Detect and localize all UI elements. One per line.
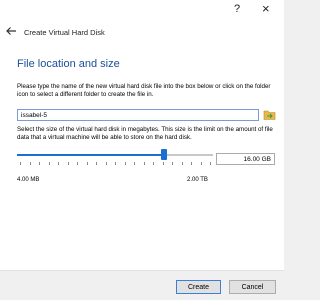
slider-tick <box>39 162 40 165</box>
file-location-description: Please type the name of the new virtual … <box>17 83 271 98</box>
slider-ticks <box>17 162 213 166</box>
size-description: Select the size of the virtual hard disk… <box>17 126 273 141</box>
dialog-header: Create Virtual Hard Disk <box>0 20 284 46</box>
wizard-page: File location and size Please type the n… <box>0 46 284 270</box>
slider-tick <box>49 162 50 165</box>
page-heading: File location and size <box>17 58 120 70</box>
create-button[interactable]: Create <box>176 280 221 294</box>
slider-tick <box>172 162 173 165</box>
size-slider[interactable] <box>17 146 213 170</box>
cancel-button[interactable]: Cancel <box>229 280 276 294</box>
slider-tick <box>134 162 135 165</box>
back-arrow-icon[interactable] <box>5 25 17 37</box>
file-name-input[interactable] <box>17 109 259 121</box>
slider-tick <box>182 162 183 165</box>
size-max-label: 2.00 TB <box>187 177 208 183</box>
help-button[interactable]: ? <box>234 3 240 15</box>
slider-tick <box>163 162 164 165</box>
slider-tick <box>96 162 97 165</box>
window-titlebar: ? × <box>0 0 284 20</box>
slider-tick <box>68 162 69 165</box>
slider-tick <box>210 162 211 165</box>
slider-tick <box>58 162 59 165</box>
close-button[interactable]: × <box>262 1 270 16</box>
slider-track-fill <box>17 154 164 156</box>
button-bar: Create Cancel <box>0 270 284 300</box>
slider-tick <box>144 162 145 165</box>
slider-thumb[interactable] <box>161 149 167 160</box>
slider-tick <box>115 162 116 165</box>
size-min-label: 4.00 MB <box>17 177 40 183</box>
slider-tick <box>125 162 126 165</box>
dialog-title: Create Virtual Hard Disk <box>24 28 105 37</box>
slider-tick <box>30 162 31 165</box>
size-value-input[interactable] <box>216 153 275 165</box>
slider-tick <box>77 162 78 165</box>
slider-tick <box>201 162 202 165</box>
slider-tick <box>191 162 192 165</box>
slider-tick <box>153 162 154 165</box>
slider-tick <box>20 162 21 165</box>
slider-tick <box>106 162 107 165</box>
slider-tick <box>87 162 88 165</box>
folder-icon[interactable] <box>263 108 276 121</box>
